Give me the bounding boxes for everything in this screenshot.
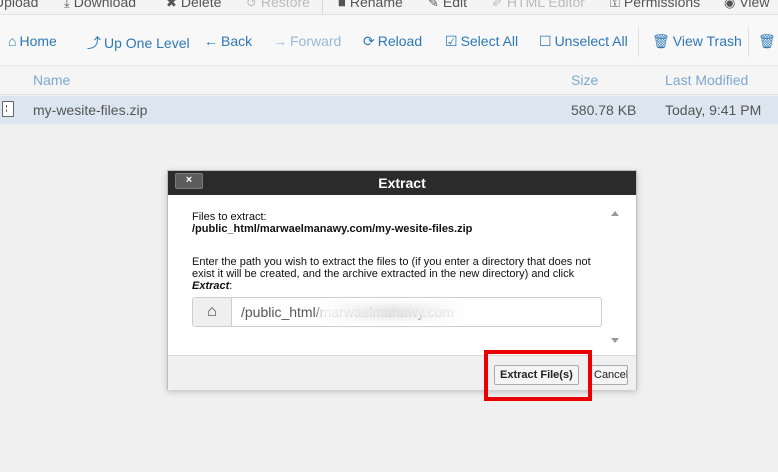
view-trash-button[interactable]: 🗑 View Trash bbox=[652, 33, 742, 50]
forward-button[interactable]: → Forward bbox=[273, 33, 341, 49]
permissions-icon: ⚿ bbox=[610, 0, 620, 10]
delete-button[interactable]: ✖ Delete bbox=[166, 0, 221, 11]
upload-button[interactable]: Upload bbox=[0, 0, 38, 10]
delete-icon: ✖ bbox=[166, 0, 177, 10]
destination-path-field: ⌂ bbox=[192, 297, 602, 327]
edit-button[interactable]: ✎ Edit bbox=[428, 0, 467, 11]
table-row[interactable]: my-wesite-files.zip 580.78 KB Today, 9:4… bbox=[0, 96, 778, 124]
view-icon: ◉ bbox=[724, 0, 736, 10]
edit-icon: ✎ bbox=[428, 0, 439, 10]
rename-icon: ■ bbox=[338, 0, 346, 10]
zip-file-icon bbox=[2, 101, 14, 117]
dialog-header: × Extract bbox=[168, 171, 636, 195]
more-button[interactable]: 🗑 bbox=[758, 33, 778, 50]
html-editor-button[interactable]: ✐ HTML Editor bbox=[492, 0, 585, 11]
back-button[interactable]: ← Back bbox=[204, 33, 252, 49]
file-path-text: /public_html/marwaelmanawy.com/my-wesite… bbox=[192, 223, 473, 235]
home-button[interactable]: ⌂ Home bbox=[8, 33, 57, 49]
toolbar-separator bbox=[748, 27, 749, 57]
select-all-button[interactable]: ☑ Select All bbox=[445, 33, 518, 50]
file-last-modified: Today, 9:41 PM bbox=[665, 102, 762, 118]
dialog-scrollbar[interactable] bbox=[610, 211, 620, 343]
back-icon: ← bbox=[204, 33, 218, 49]
select-all-icon: ☑ bbox=[445, 33, 458, 49]
forward-icon: → bbox=[273, 33, 287, 49]
scroll-up-icon[interactable] bbox=[611, 211, 619, 216]
unselect-all-icon: ☐ bbox=[539, 33, 552, 49]
navigation-toolbar: ⌂ Home ⤴ Up One Level ← Back → Forward ⟳ Relo… bbox=[0, 15, 778, 66]
dialog-title: Extract bbox=[378, 175, 426, 191]
up-one-level-button[interactable]: ⤴ Up One Level bbox=[87, 33, 190, 53]
column-header-size[interactable]: Size bbox=[571, 72, 598, 88]
files-to-extract-label: Files to extract: bbox=[192, 211, 267, 223]
download-button[interactable]: ⤓ Download bbox=[64, 0, 136, 11]
reload-icon: ⟳ bbox=[363, 33, 375, 49]
column-header-name[interactable]: Name bbox=[33, 72, 70, 88]
file-list-header: Name Size Last Modified bbox=[0, 66, 778, 95]
toolbar-separator bbox=[322, 0, 323, 14]
reload-button[interactable]: ⟳ Reload bbox=[363, 33, 422, 50]
unselect-all-button[interactable]: ☐ Unselect All bbox=[539, 33, 628, 50]
cancel-button[interactable]: Cancel bbox=[591, 365, 628, 385]
file-actions-toolbar: Upload ⤓Download ✖Delete ↺Restore ■Renam… bbox=[0, 0, 778, 15]
restore-icon: ↺ bbox=[246, 0, 257, 10]
red-highlight-box bbox=[484, 350, 592, 401]
restore-button[interactable]: ↺ Restore bbox=[246, 0, 310, 11]
trash-icon: 🗑 bbox=[758, 33, 776, 49]
scroll-down-icon[interactable] bbox=[611, 338, 619, 343]
home-icon: ⌂ bbox=[8, 33, 17, 49]
extract-instruction-text: Enter the path you wish to extract the f… bbox=[192, 256, 591, 292]
file-size: 580.78 KB bbox=[571, 102, 637, 118]
view-button[interactable]: ◉ View bbox=[724, 0, 769, 11]
file-name: my-wesite-files.zip bbox=[33, 102, 148, 118]
column-header-last-modified[interactable]: Last Modified bbox=[665, 72, 748, 88]
html-editor-icon: ✐ bbox=[492, 0, 503, 10]
trash-icon: 🗑 bbox=[652, 33, 670, 49]
redacted-text-blur bbox=[319, 304, 465, 320]
permissions-button[interactable]: ⚿ Permissions bbox=[610, 0, 700, 11]
download-icon: ⤓ bbox=[64, 0, 70, 10]
toolbar-separator bbox=[638, 27, 639, 57]
home-icon: ⌂ bbox=[193, 298, 232, 326]
up-level-icon: ⤴ bbox=[87, 35, 101, 51]
rename-button[interactable]: ■ Rename bbox=[338, 0, 403, 10]
dialog-body: Files to extract: /public_html/marwaelma… bbox=[168, 195, 636, 355]
